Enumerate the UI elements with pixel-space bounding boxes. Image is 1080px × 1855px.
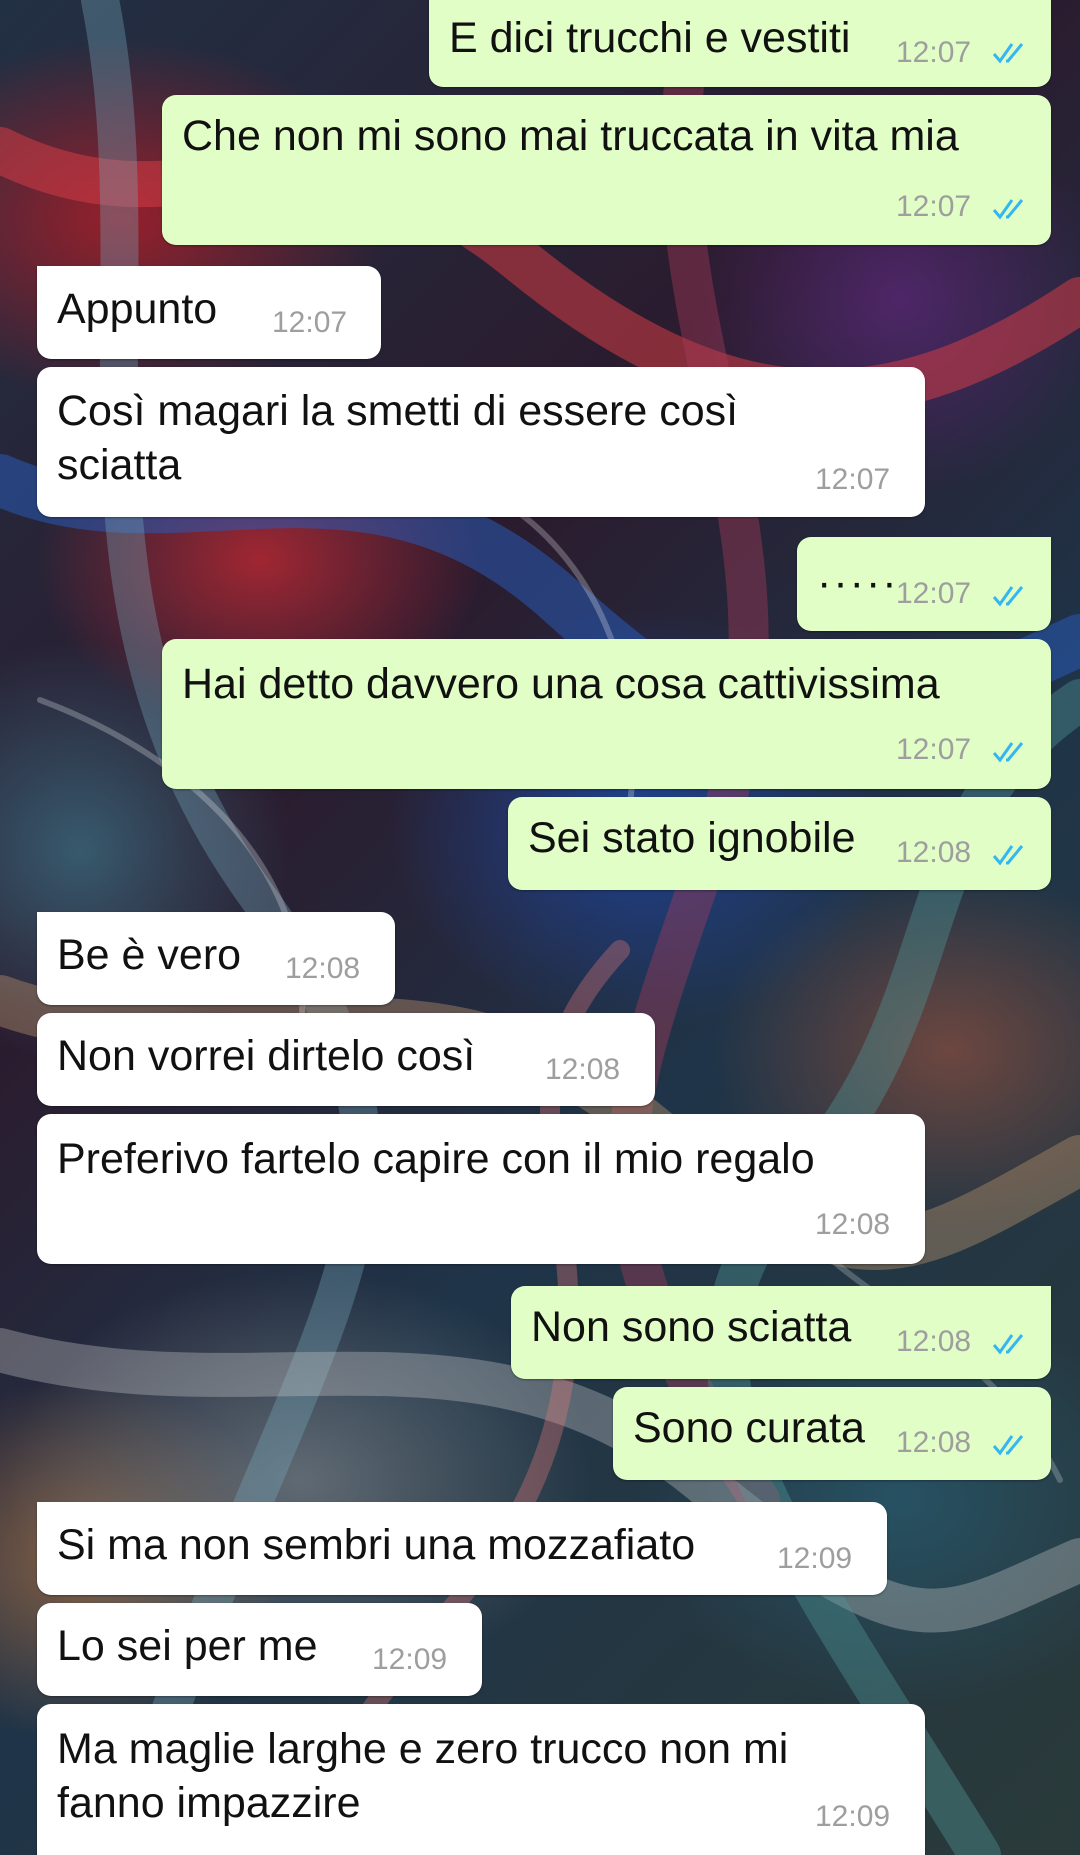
message-text-line-1: Ma maglie larghe e zero trucco non mi — [57, 1725, 789, 1773]
double-check-icon — [992, 586, 1024, 607]
incoming-message-bubble[interactable]: Appunto 12:07 — [37, 266, 381, 359]
double-check-icon — [992, 742, 1024, 763]
message-text: Non vorrei dirtelo così — [57, 1032, 476, 1080]
message-text: Si ma non sembri una mozzafiato — [57, 1521, 696, 1569]
message-text: Sono curata — [633, 1404, 865, 1452]
double-check-icon — [992, 1334, 1024, 1355]
message-text-line-2: fanno impazzire — [57, 1779, 361, 1827]
message-text: Appunto — [57, 285, 218, 333]
message-time: 12:07 — [896, 577, 972, 610]
message-time: 12:08 — [896, 1426, 972, 1459]
message-text: Lo sei per me — [57, 1622, 318, 1670]
message-text: Sei stato ignobile — [528, 814, 856, 862]
outgoing-message-bubble[interactable]: E dici trucchi e vestiti 12:07 — [429, 0, 1051, 87]
message-time: 12:09 — [815, 1800, 891, 1833]
incoming-message-bubble[interactable]: Lo sei per me 12:09 — [37, 1603, 482, 1696]
double-check-icon — [992, 845, 1024, 866]
outgoing-message-bubble[interactable]: Hai detto davvero una cosa cattivissima … — [162, 639, 1051, 789]
message-text: Non sono sciatta — [531, 1303, 852, 1351]
incoming-message-bubble[interactable]: Preferivo fartelo capire con il mio rega… — [37, 1114, 925, 1264]
message-text: Preferivo fartelo capire con il mio rega… — [57, 1135, 815, 1183]
message-text: Hai detto davvero una cosa cattivissima — [182, 660, 940, 708]
outgoing-message-bubble[interactable]: Sei stato ignobile 12:08 — [508, 797, 1051, 890]
outgoing-message-bubble[interactable]: Non sono sciatta 12:08 — [511, 1286, 1051, 1379]
message-text: Be è vero — [57, 931, 242, 979]
message-time: 12:08 — [896, 836, 972, 869]
incoming-message-bubble[interactable]: Non vorrei dirtelo così 12:08 — [37, 1013, 655, 1106]
outgoing-message-bubble[interactable]: Sono curata 12:08 — [613, 1387, 1051, 1480]
message-text: Che non mi sono mai truccata in vita mia — [182, 112, 959, 160]
message-time: 12:07 — [896, 733, 972, 766]
message-text-line-2: sciatta — [57, 441, 182, 489]
message-time: 12:07 — [815, 463, 891, 496]
message-time: 12:08 — [815, 1208, 891, 1241]
outgoing-message-bubble[interactable]: ····· 12:07 — [797, 537, 1051, 631]
message-text: ····· — [817, 559, 899, 607]
incoming-message-bubble[interactable]: Be è vero 12:08 — [37, 912, 395, 1005]
message-time: 12:08 — [545, 1053, 621, 1086]
message-time: 12:07 — [896, 36, 972, 69]
outgoing-message-bubble[interactable]: Che non mi sono mai truccata in vita mia… — [162, 95, 1051, 245]
incoming-message-bubble[interactable]: Ma maglie larghe e zero trucco non mi fa… — [37, 1704, 925, 1855]
message-time: 12:07 — [896, 190, 972, 223]
double-check-icon — [992, 199, 1024, 220]
message-time: 12:08 — [285, 952, 361, 985]
message-text: E dici trucchi e vestiti — [449, 14, 851, 62]
double-check-icon — [992, 1435, 1024, 1456]
message-time: 12:09 — [777, 1542, 853, 1575]
message-time: 12:09 — [372, 1643, 448, 1676]
incoming-message-bubble[interactable]: Così magari la smetti di essere così sci… — [37, 367, 925, 517]
double-check-icon — [992, 43, 1024, 64]
message-time: 12:08 — [896, 1325, 972, 1358]
incoming-message-bubble[interactable]: Si ma non sembri una mozzafiato 12:09 — [37, 1502, 887, 1595]
message-text-line-1: Così magari la smetti di essere così — [57, 387, 739, 435]
message-time: 12:07 — [272, 306, 348, 339]
